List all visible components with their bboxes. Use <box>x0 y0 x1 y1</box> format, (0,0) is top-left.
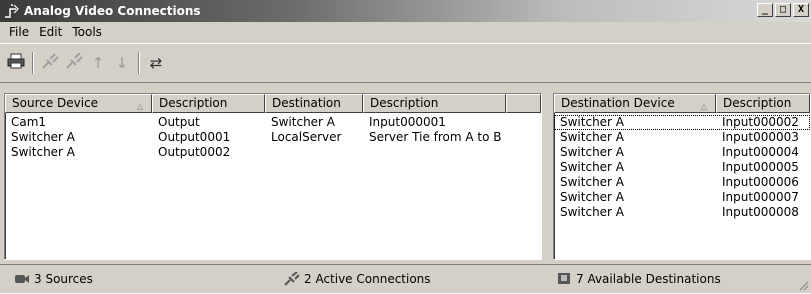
swap-button[interactable]: ⇄ <box>144 52 168 74</box>
table-row[interactable]: Switcher A Input000007 <box>554 190 810 205</box>
column-source-device[interactable]: Source Device △ <box>5 94 152 113</box>
connections-rows: Cam1 Output Switcher A Input000001 Switc… <box>5 113 541 160</box>
table-row[interactable]: Cam1 Output Switcher A Input000001 <box>5 115 541 130</box>
menu-bar: File Edit Tools <box>0 22 811 42</box>
title-bar[interactable]: Analog Video Connections _ □ X <box>0 0 811 22</box>
disconnect-icon <box>65 52 83 73</box>
disconnect-button[interactable] <box>62 52 86 74</box>
column-destination-device[interactable]: Destination Device △ <box>554 94 716 113</box>
print-button[interactable] <box>4 52 28 74</box>
destinations-rows: Switcher A Input000002 Switcher A Input0… <box>554 113 810 220</box>
connections-header: Source Device △ Description Destination … <box>5 94 541 113</box>
swap-icon: ⇄ <box>149 54 163 72</box>
maximize-button[interactable]: □ <box>775 3 791 17</box>
resize-grip-icon[interactable] <box>797 279 809 291</box>
status-available-destinations: 7 Available Destinations <box>556 268 721 290</box>
panel-splitter[interactable] <box>544 93 552 260</box>
connect-button[interactable] <box>38 52 62 74</box>
printer-icon <box>7 53 25 73</box>
connect-icon <box>284 272 300 286</box>
move-down-button[interactable]: ↓ <box>110 52 134 74</box>
menu-file[interactable]: File <box>4 25 34 39</box>
table-row[interactable]: Switcher A Input000005 <box>554 160 810 175</box>
connections-list[interactable]: Source Device △ Description Destination … <box>4 93 542 260</box>
arrow-down-icon: ↓ <box>115 54 129 72</box>
table-row[interactable]: Switcher A Input000002 <box>554 115 810 130</box>
toolbar: ↑ ↓ ⇄ <box>0 43 811 83</box>
status-active-connections: 2 Active Connections <box>284 268 431 290</box>
sort-ascending-icon: △ <box>136 102 143 111</box>
toolbar-separator <box>138 52 140 74</box>
status-sources: 3 Sources <box>14 268 93 290</box>
destinations-list[interactable]: Destination Device △ Description Switche… <box>553 93 811 260</box>
camera-icon <box>14 272 30 286</box>
column-destination[interactable]: Destination <box>265 94 363 113</box>
column-destination-description[interactable]: Description <box>716 94 810 113</box>
menu-edit[interactable]: Edit <box>34 25 67 39</box>
table-row[interactable]: Switcher A Input000006 <box>554 175 810 190</box>
menu-tools[interactable]: Tools <box>67 25 107 39</box>
table-row[interactable]: Switcher A Output0001 LocalServer Server… <box>5 130 541 145</box>
close-button[interactable]: X <box>793 3 809 17</box>
status-bar: 3 Sources 2 Active Connections 7 Availab… <box>0 264 811 293</box>
minimize-button[interactable]: _ <box>757 3 773 17</box>
monitor-icon <box>556 272 572 286</box>
window-controls: _ □ X <box>757 3 809 17</box>
connect-icon <box>41 53 59 73</box>
table-row[interactable]: Switcher A Output0002 <box>5 145 541 160</box>
column-filler <box>506 94 541 113</box>
connection-app-icon <box>4 3 20 19</box>
column-destination-description[interactable]: Description <box>363 94 506 113</box>
table-row[interactable]: Switcher A Input000004 <box>554 145 810 160</box>
sort-ascending-icon: △ <box>700 102 707 111</box>
move-up-button[interactable]: ↑ <box>86 52 110 74</box>
app-window: Analog Video Connections _ □ X File Edit… <box>0 0 811 293</box>
table-row[interactable]: Switcher A Input000008 <box>554 205 810 220</box>
column-source-description[interactable]: Description <box>152 94 265 113</box>
arrow-up-icon: ↑ <box>91 54 105 72</box>
table-row[interactable]: Switcher A Input000003 <box>554 130 810 145</box>
toolbar-separator <box>32 52 34 74</box>
window-title: Analog Video Connections <box>24 4 201 18</box>
destinations-header: Destination Device △ Description <box>554 94 810 113</box>
